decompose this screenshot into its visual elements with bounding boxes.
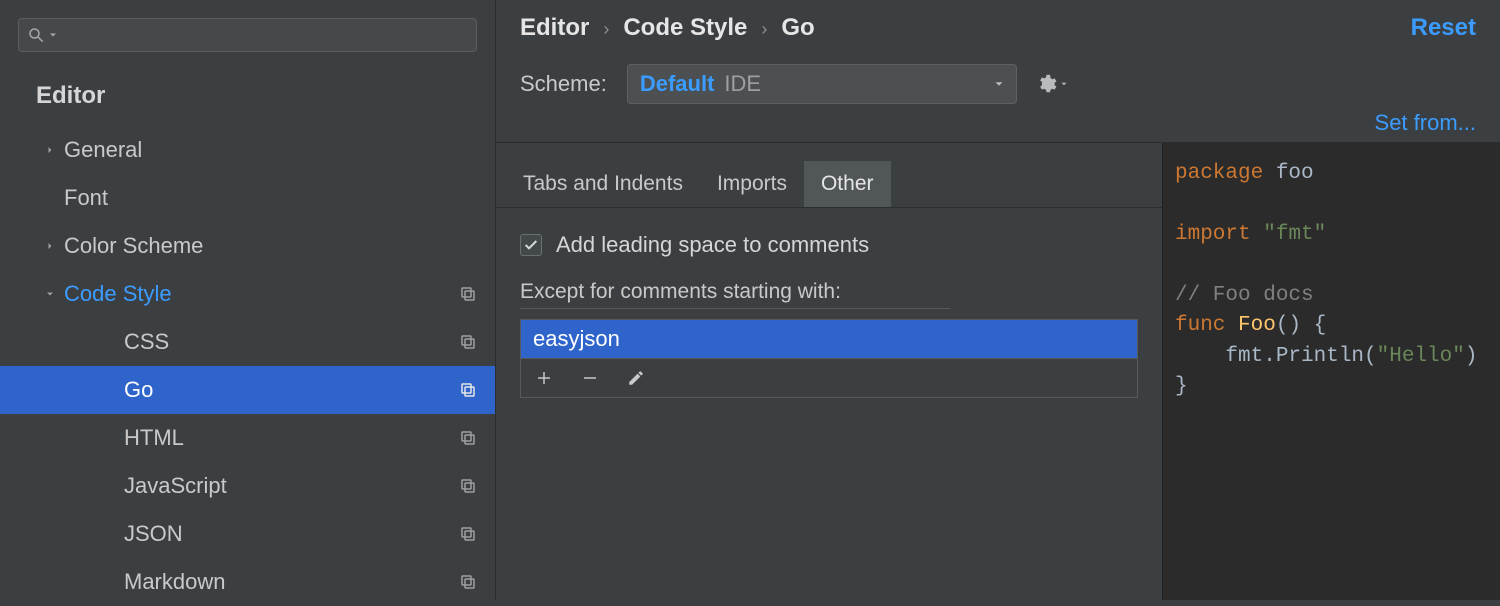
sidebar-item-json[interactable]: JSON bbox=[0, 510, 495, 558]
breadcrumb: Editor › Code Style › Go Reset bbox=[496, 0, 1500, 50]
sidebar-item-label: JavaScript bbox=[124, 473, 227, 499]
tab-imports[interactable]: Imports bbox=[700, 161, 804, 207]
search-icon bbox=[27, 26, 45, 44]
copy-icon bbox=[459, 285, 477, 303]
plus-icon bbox=[535, 369, 553, 387]
settings-tree: Editor General Font Color Scheme Code Style… bbox=[0, 60, 495, 606]
sidebar-item-label: CSS bbox=[124, 329, 169, 355]
scheme-value: Default bbox=[640, 71, 715, 97]
sidebar-item-color-scheme[interactable]: Color Scheme bbox=[0, 222, 495, 270]
scheme-label: Scheme: bbox=[520, 71, 607, 97]
sidebar-item-label: HTML bbox=[124, 425, 184, 451]
reset-link[interactable]: Reset bbox=[1411, 14, 1476, 42]
tab-other[interactable]: Other bbox=[804, 161, 891, 207]
pencil-icon bbox=[627, 369, 645, 387]
chevron-right-icon: › bbox=[603, 19, 609, 39]
sidebar-item-label: JSON bbox=[124, 521, 183, 547]
sidebar-item-label: General bbox=[64, 137, 142, 163]
sidebar-item-code-style[interactable]: Code Style bbox=[0, 270, 495, 318]
code-preview: package foo import "fmt" // Foo docs fun… bbox=[1162, 143, 1500, 600]
sidebar-item-label: Markdown bbox=[124, 569, 225, 595]
breadcrumb-item: Editor bbox=[520, 14, 589, 41]
sidebar-item-label: Code Style bbox=[64, 281, 172, 307]
add-leading-space-checkbox[interactable]: Add leading space to comments bbox=[520, 232, 1138, 258]
sidebar-item-font[interactable]: Font bbox=[0, 174, 495, 222]
minus-icon bbox=[581, 369, 599, 387]
sidebar-item-label: Font bbox=[64, 185, 108, 211]
copy-icon bbox=[459, 429, 477, 447]
scheme-settings-button[interactable] bbox=[1035, 73, 1069, 95]
scheme-scope: IDE bbox=[724, 71, 761, 97]
copy-icon bbox=[459, 525, 477, 543]
sidebar-item-javascript[interactable]: JavaScript bbox=[0, 462, 495, 510]
tree-section-header: Editor bbox=[0, 72, 495, 126]
tab-tabs-and-indents[interactable]: Tabs and Indents bbox=[506, 161, 700, 207]
list-toolbar bbox=[521, 358, 1137, 397]
breadcrumb-item: Go bbox=[781, 14, 814, 41]
copy-icon bbox=[459, 573, 477, 591]
copy-icon bbox=[459, 477, 477, 495]
sidebar-item-html[interactable]: HTML bbox=[0, 414, 495, 462]
options-pane: Tabs and IndentsImportsOther Add leading… bbox=[496, 143, 1162, 600]
sidebar-item-css[interactable]: CSS bbox=[0, 318, 495, 366]
chevron-down-icon bbox=[47, 29, 59, 41]
chevron-right-icon bbox=[40, 236, 60, 256]
except-label: Except for comments starting with: bbox=[520, 280, 950, 309]
chevron-right-icon bbox=[40, 140, 60, 160]
sidebar: Editor General Font Color Scheme Code Style… bbox=[0, 0, 496, 600]
search-input[interactable] bbox=[18, 18, 477, 52]
scheme-row: Scheme: Default IDE bbox=[496, 50, 1500, 110]
exception-list: easyjson bbox=[520, 319, 1138, 398]
tab-bar: Tabs and IndentsImportsOther bbox=[496, 161, 1162, 208]
edit-button[interactable] bbox=[627, 369, 645, 387]
gear-icon bbox=[1035, 73, 1057, 95]
list-item[interactable]: easyjson bbox=[521, 320, 1137, 358]
checkbox-label: Add leading space to comments bbox=[556, 232, 869, 258]
chevron-right-icon: › bbox=[761, 19, 767, 39]
copy-icon bbox=[459, 381, 477, 399]
checkbox-icon bbox=[520, 234, 542, 256]
breadcrumb-item: Code Style bbox=[623, 14, 747, 41]
copy-icon bbox=[459, 333, 477, 351]
sidebar-item-label: Color Scheme bbox=[64, 233, 203, 259]
main-panel: Editor › Code Style › Go Reset Scheme: Defau… bbox=[496, 0, 1500, 600]
chevron-down-icon bbox=[992, 71, 1006, 97]
sidebar-item-label: Go bbox=[124, 377, 153, 403]
search-row bbox=[0, 0, 495, 60]
chevron-down-icon bbox=[40, 284, 60, 304]
sidebar-item-markdown[interactable]: Markdown bbox=[0, 558, 495, 606]
remove-button[interactable] bbox=[581, 369, 599, 387]
add-button[interactable] bbox=[535, 369, 553, 387]
scheme-select[interactable]: Default IDE bbox=[627, 64, 1017, 104]
sidebar-item-go[interactable]: Go bbox=[0, 366, 495, 414]
chevron-down-icon bbox=[1059, 79, 1069, 89]
sidebar-item-general[interactable]: General bbox=[0, 126, 495, 174]
set-from-link[interactable]: Set from... bbox=[1375, 110, 1476, 136]
